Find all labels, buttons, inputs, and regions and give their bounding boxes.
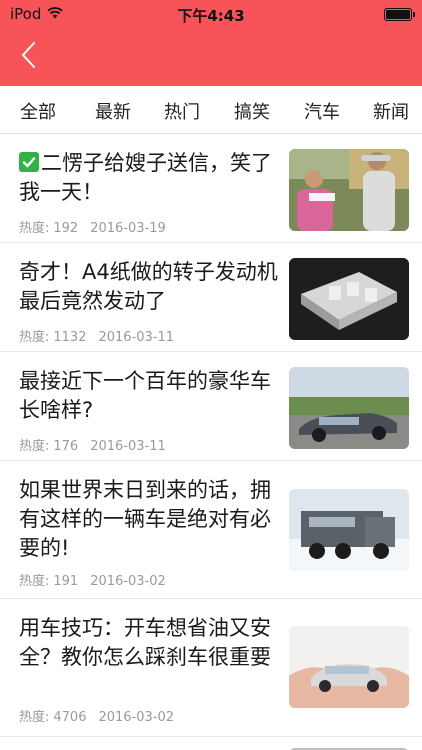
- views-count: 191: [53, 574, 79, 589]
- article-thumbnail: [289, 149, 409, 231]
- article-item[interactable]: 二愣子给嫂子送信，笑了我一天！ 热度: 192 2016-03-19: [0, 135, 422, 243]
- article-title: 奇才！A4纸做的转子发动机 最后竟然发动了: [19, 260, 278, 313]
- article-meta: 热度: 191 2016-03-02: [19, 570, 166, 589]
- tab-all[interactable]: 全部: [20, 98, 56, 124]
- status-time: 下午4:43: [177, 7, 245, 25]
- views-label: 热度:: [19, 221, 50, 236]
- article-meta: 热度: 176 2016-03-11: [19, 435, 166, 454]
- status-bar: iPod 下午4:43: [0, 0, 422, 28]
- article-title: 如果世界末日到来的话，拥有这样的一辆车是绝对有必要的!: [19, 478, 271, 560]
- article-item[interactable]: 用车技巧：开车想省油又安全？教你怎么踩刹车很重要 热度: 4706 2016-03-…: [0, 600, 422, 737]
- views-count: 192: [53, 221, 79, 236]
- check-mark-icon: [19, 152, 39, 172]
- article-title: 二愣子给嫂子送信，笑了我一天！: [19, 149, 281, 207]
- views-count: 176: [53, 439, 79, 454]
- article-thumbnail: [289, 258, 409, 340]
- battery-icon: [384, 8, 415, 21]
- article-date: 2016-03-19: [90, 221, 166, 236]
- category-tabs: 全部 最新 热门 搞笑 汽车 新闻: [0, 86, 422, 134]
- tab-latest[interactable]: 最新: [95, 98, 131, 124]
- article-title-text: 二愣子给嫂子送信，笑了我一天！: [19, 151, 272, 204]
- article-meta: 热度: 1132 2016-03-11: [19, 326, 174, 345]
- article-item[interactable]: 最接近下一个百年的豪华车长啥样? 热度: 176 2016-03-11: [0, 353, 422, 461]
- back-button[interactable]: [6, 36, 50, 78]
- article-thumbnail: [289, 626, 409, 708]
- article-item[interactable]: 如果世界末日到来的话，拥有这样的一辆车是绝对有必要的! 热度: 191 2016-0…: [0, 462, 422, 599]
- article-thumbnail: [289, 367, 409, 449]
- tab-cars[interactable]: 汽车: [304, 98, 340, 124]
- tab-funny[interactable]: 搞笑: [234, 98, 270, 124]
- views-label: 热度:: [19, 330, 50, 345]
- views-label: 热度:: [19, 710, 50, 725]
- article-item-partial: [0, 738, 422, 750]
- tab-news[interactable]: 新闻: [373, 98, 409, 124]
- article-date: 2016-03-02: [90, 574, 166, 589]
- article-thumbnail: [289, 489, 409, 571]
- article-title: 最接近下一个百年的豪华车长啥样?: [19, 369, 271, 422]
- views-count: 1132: [53, 330, 87, 345]
- article-date: 2016-03-11: [98, 330, 175, 345]
- article-meta: 热度: 192 2016-03-19: [19, 217, 166, 236]
- article-meta: 热度: 4706 2016-03-02: [19, 706, 174, 725]
- article-date: 2016-03-02: [98, 710, 175, 725]
- tab-hot[interactable]: 热门: [164, 98, 200, 124]
- views-count: 4706: [53, 710, 87, 725]
- article-title: 用车技巧：开车想省油又安全？教你怎么踩刹车很重要: [19, 616, 271, 669]
- navigation-bar: [0, 28, 422, 86]
- views-label: 热度:: [19, 439, 50, 454]
- article-date: 2016-03-11: [90, 439, 166, 454]
- views-label: 热度:: [19, 574, 50, 589]
- chevron-left-icon: [20, 41, 36, 73]
- article-item[interactable]: 奇才！A4纸做的转子发动机 最后竟然发动了 热度: 1132 2016-03-11: [0, 244, 422, 352]
